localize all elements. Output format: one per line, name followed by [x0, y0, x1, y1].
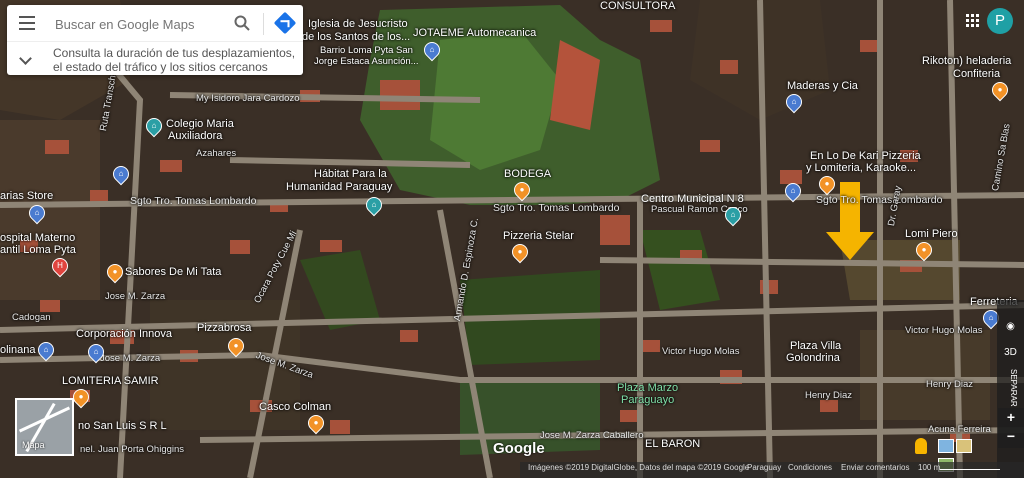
search-input[interactable]	[53, 13, 227, 35]
map-controls: ◉ 3D SEPARAR	[997, 300, 1024, 478]
map-label[interactable]: Corporación Innova	[76, 328, 172, 340]
map-label[interactable]: ospital Materno	[0, 232, 75, 244]
map-label[interactable]: En Lo De Kari Pizzeria	[810, 150, 921, 162]
map-type-toggle[interactable]: Mapa	[15, 398, 74, 456]
map-label[interactable]: Iglesia de Jesucristo	[308, 18, 408, 30]
road-label: Acuna Ferreira	[928, 424, 991, 435]
travel-hint[interactable]: Consulta la duración de tus desplazamien…	[7, 41, 303, 76]
map-label[interactable]: Pizzabrosa	[197, 322, 251, 334]
road-label: Henry Diaz	[926, 379, 973, 390]
map-label[interactable]: arias Store	[0, 190, 53, 202]
map-label[interactable]: Pizzeria Stelar	[503, 230, 574, 242]
zoom-controls: + −	[998, 408, 1024, 448]
map-label[interactable]: LOMITERIA SAMIR	[62, 375, 159, 387]
road-label: Jose M. Zarza Caballero	[540, 430, 644, 441]
google-logo: Google	[493, 440, 545, 457]
separate-button[interactable]: SEPARAR	[999, 368, 1022, 408]
view-3d-button[interactable]: 3D	[999, 344, 1022, 362]
avatar[interactable]: P	[987, 8, 1013, 34]
map-label[interactable]: EL BARON	[645, 438, 700, 450]
map-label[interactable]: olinana	[0, 344, 35, 356]
map-label[interactable]: de los Santos de los...	[302, 31, 410, 43]
compass-icon[interactable]: ◉	[999, 318, 1022, 336]
map-label[interactable]: Rikoton) heladeria	[922, 55, 1011, 67]
road-label: Sgto Tro. Tomas Lombardo	[493, 202, 620, 214]
map-label[interactable]: Hábitat Para la	[314, 168, 387, 180]
road-label: Azahares	[196, 148, 237, 159]
road-label: Victor Hugo Molas	[662, 346, 740, 357]
road-label: Victor Hugo Molas	[905, 325, 983, 336]
road-label: Henry Diaz	[805, 390, 852, 401]
park-label[interactable]: Plaza Marzo	[617, 382, 678, 394]
menu-icon[interactable]	[19, 16, 35, 30]
map-label[interactable]: Sabores De Mi Tata	[125, 266, 221, 278]
map-label[interactable]: Colegio Maria	[166, 118, 234, 130]
chevron-down-icon[interactable]	[19, 52, 32, 65]
road-label: Sgto Tro. Tomas Lombardo	[816, 194, 943, 206]
attribution-bar: Imágenes ©2019 DigitalGlobe, Datos del m…	[520, 462, 1024, 478]
road-label: Jose M. Zarza	[100, 353, 161, 364]
map-label[interactable]: JOTAEME Automecanica	[413, 27, 536, 39]
feedback-link[interactable]: Enviar comentarios	[841, 463, 909, 472]
map-label[interactable]: Confiteria	[953, 68, 1000, 80]
zoom-out-button[interactable]: −	[998, 427, 1024, 446]
map-label[interactable]: Jorge Estaca Asunción...	[314, 56, 419, 68]
imagery-thumb[interactable]	[938, 439, 954, 453]
map-label[interactable]: Plaza Villa	[790, 340, 841, 352]
park-label[interactable]: Paraguayo	[621, 394, 674, 406]
map-label[interactable]: Casco Colman	[259, 401, 331, 413]
map-label[interactable]: BODEGA	[504, 168, 551, 180]
map-label[interactable]: CONSULTORA	[600, 0, 675, 12]
map-label[interactable]: Golondrina	[786, 352, 840, 364]
road-label: Cadogan	[12, 312, 51, 323]
road-label: Sgto Tro. Tomas Lombardo	[130, 195, 257, 207]
search-icon[interactable]	[233, 14, 251, 32]
street-view-pegman-icon[interactable]	[915, 438, 927, 454]
scale-label[interactable]: 100 m	[918, 463, 940, 472]
search-row	[7, 5, 303, 41]
road-label: Jose M. Zarza	[105, 291, 166, 302]
directions-icon[interactable]	[273, 11, 297, 35]
divider	[263, 13, 264, 35]
map-label[interactable]: Maderas y Cia	[787, 80, 858, 92]
zoom-in-button[interactable]: +	[998, 408, 1024, 427]
map-label[interactable]: Auxiliadora	[168, 130, 222, 142]
terms-link[interactable]: Condiciones	[788, 463, 832, 472]
scale-bar	[940, 469, 1000, 470]
travel-hint-text: Consulta la duración de tus desplazamien…	[53, 46, 296, 74]
road-label: nel. Juan Porta Ohiggins	[80, 444, 185, 455]
imagery-credits: Imágenes ©2019 DigitalGlobe, Datos del m…	[528, 463, 750, 472]
apps-grid-icon[interactable]	[966, 14, 980, 28]
imagery-thumb[interactable]	[956, 439, 972, 453]
map-label[interactable]: no San Luis S R L	[78, 420, 167, 432]
country-label: Paraguay	[747, 463, 782, 472]
map-label[interactable]: Lomi Piero	[905, 228, 958, 240]
road-label: My Isidoro Jara Cardozo	[196, 93, 300, 104]
imagery-thumbnails[interactable]	[938, 439, 986, 472]
map-type-label: Mapa	[22, 440, 45, 450]
map-label[interactable]: Humanidad Paraguay	[286, 181, 392, 193]
search-panel: Consulta la duración de tus desplazamien…	[7, 5, 303, 75]
map-label[interactable]: antil Loma Pyta	[0, 244, 76, 256]
map-label[interactable]: y Lomiteria, Karaoke...	[806, 162, 916, 174]
